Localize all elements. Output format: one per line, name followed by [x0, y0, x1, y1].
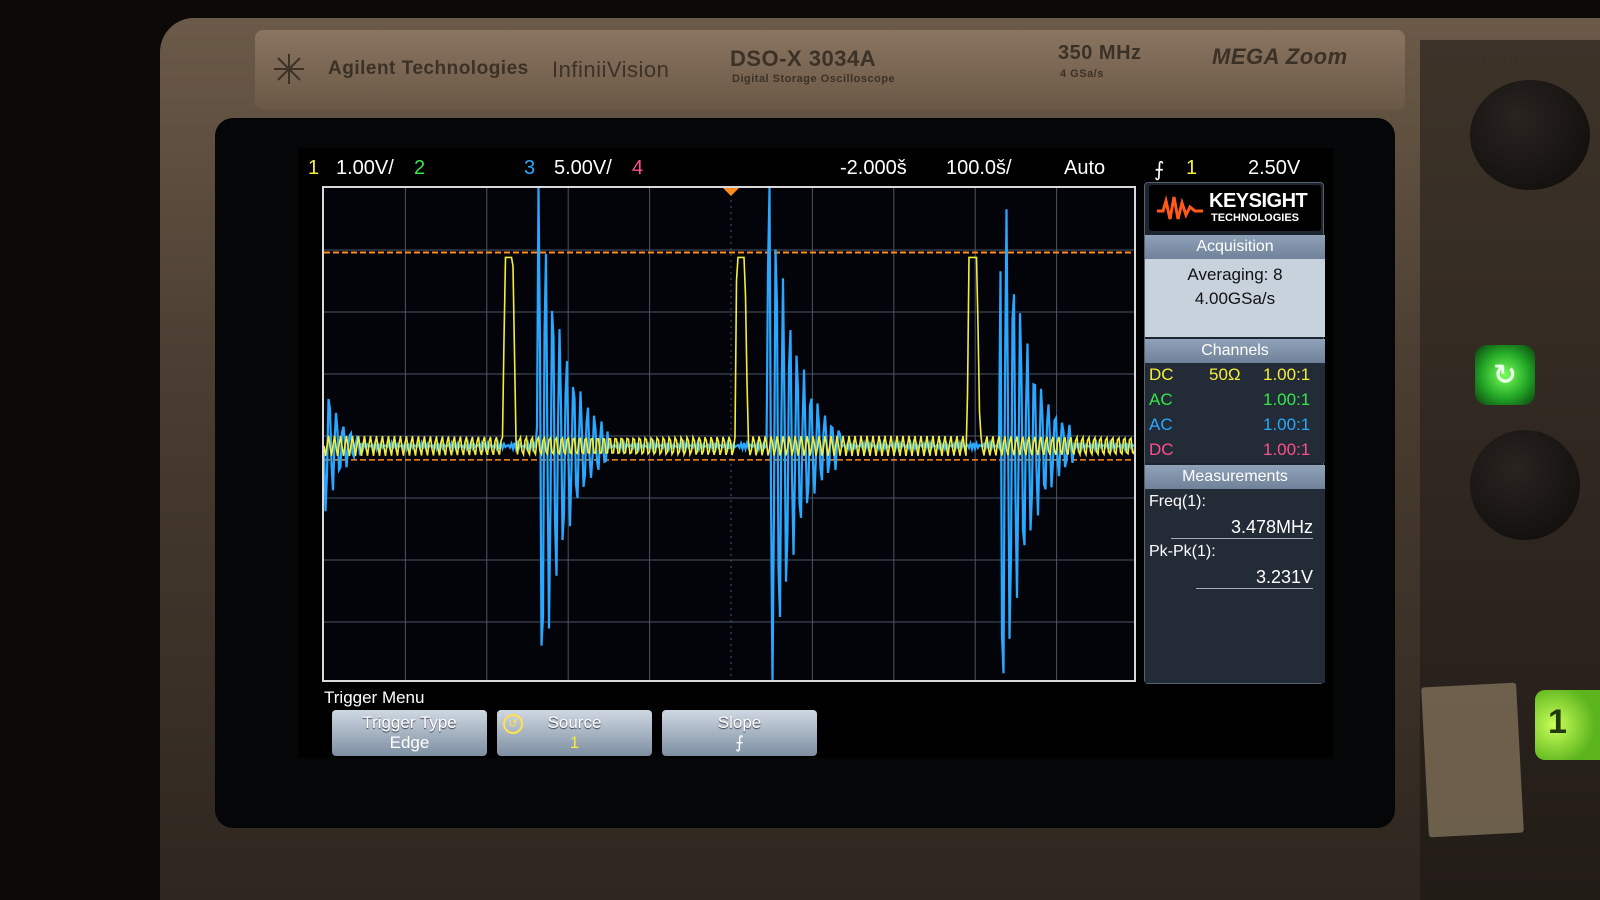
- ch1-probe: 1.00:1: [1263, 365, 1311, 384]
- ch1-impedance: 50Ω: [1209, 365, 1241, 384]
- trigger-position-marker: [723, 188, 739, 196]
- series-label: InfiniiVision: [552, 57, 670, 82]
- trigger-mode[interactable]: Auto: [1064, 157, 1105, 180]
- pkpk-label: Pk-Pk(1):: [1149, 543, 1216, 560]
- ch1-coupling: DC: [1149, 365, 1174, 384]
- keysight-logo: KEYSIGHT TECHNOLOGIES: [1149, 185, 1321, 231]
- softkey-trigger-type-label: Trigger Type: [362, 713, 457, 732]
- ch3-number[interactable]: 3: [524, 157, 535, 180]
- trigger-source[interactable]: 1: [1186, 157, 1197, 180]
- ch2-probe: 1.00:1: [1263, 390, 1311, 409]
- calibration-sticker: [1421, 682, 1524, 838]
- ch3-waveform: [324, 188, 1134, 680]
- status-bar: 1 1.00V/ 2 3 5.00V/ 4 -2.000š 100.0š/ Au…: [298, 154, 1333, 184]
- channels-body: DC 50Ω 1.00:1 AC 1.00:1 AC 1.00:1 DC 1.0…: [1145, 363, 1325, 463]
- info-side-panel: KEYSIGHT TECHNOLOGIES Acquisition Averag…: [1144, 182, 1325, 684]
- menu-title: Trigger Menu: [324, 688, 425, 707]
- acquisition-rate: 4.00GSa/s: [1194, 289, 1276, 308]
- pkpk-value: 3.231V: [1195, 567, 1313, 589]
- refresh-icon: ↻: [1493, 358, 1517, 391]
- horizontal-label: Horizontal: [1482, 52, 1560, 69]
- ch4-probe: 1.00:1: [1263, 440, 1311, 459]
- channel-row-3[interactable]: AC 1.00:1: [1145, 413, 1325, 438]
- channel-row-1[interactable]: DC 50Ω 1.00:1: [1145, 363, 1325, 388]
- freq-label: Freq(1):: [1149, 493, 1206, 510]
- channel-row-2[interactable]: AC 1.00:1: [1145, 388, 1325, 413]
- softkey-trigger-type-value: Edge: [389, 733, 430, 752]
- trigger-level-knob[interactable]: [1470, 430, 1580, 540]
- ch1-scale[interactable]: 1.00V/: [336, 157, 394, 180]
- channels-header[interactable]: Channels: [1145, 339, 1325, 363]
- channel-row-4[interactable]: DC 1.00:1: [1145, 438, 1325, 463]
- softkey-slope[interactable]: Slope ⨍: [662, 710, 817, 756]
- logo-sub: TECHNOLOGIES: [1211, 212, 1300, 224]
- maker-label: Agilent Technologies: [328, 58, 529, 79]
- measurements-body: Freq(1): 3.478MHz Pk-Pk(1): 3.231V: [1145, 489, 1325, 683]
- acquisition-body: Averaging: 8 4.00GSa/s: [1145, 259, 1325, 337]
- ch3-coupling: AC: [1149, 415, 1173, 434]
- samplerate-label: 4 GSa/s: [1060, 68, 1104, 80]
- model-label: DSO-X 3034A: [730, 46, 877, 71]
- channel-1-button[interactable]: [1535, 690, 1600, 760]
- trigger-level[interactable]: 2.50V: [1248, 157, 1300, 180]
- keysight-wave-icon: [1157, 195, 1203, 220]
- megazoom-label: MEGA Zoom: [1212, 44, 1348, 69]
- acquisition-header[interactable]: Acquisition: [1145, 235, 1325, 259]
- waveform-canvas: [324, 188, 1134, 680]
- softkey-source[interactable]: ↺ Source 1: [497, 710, 652, 756]
- softkey-source-value: 1: [569, 733, 580, 752]
- bandwidth-label: 350 MHz: [1058, 42, 1142, 64]
- ch2-number[interactable]: 2: [414, 157, 425, 180]
- logo-name: KEYSIGHT: [1209, 190, 1308, 212]
- ch2-coupling: AC: [1149, 390, 1173, 409]
- waveform-graticule[interactable]: [322, 186, 1136, 682]
- ch4-number[interactable]: 4: [632, 157, 643, 180]
- channel-1-button-label: 1: [1548, 703, 1567, 741]
- freq-value: 3.478MHz: [1170, 517, 1313, 539]
- ch3-scale[interactable]: 5.00V/: [554, 157, 612, 180]
- model-sub-label: Digital Storage Oscilloscope: [732, 73, 896, 85]
- trigger-slope-icon: ⨍: [1154, 159, 1165, 181]
- acquisition-averaging: Averaging: 8: [1187, 265, 1283, 284]
- ch4-coupling: DC: [1149, 440, 1174, 459]
- scope-display: 1 1.00V/ 2 3 5.00V/ 4 -2.000š 100.0š/ Au…: [298, 148, 1333, 758]
- horizontal-knob[interactable]: [1470, 80, 1590, 190]
- timebase-scale[interactable]: 100.0š/: [946, 157, 1012, 180]
- rotate-knob-icon: ↺: [503, 714, 523, 734]
- ch1-number[interactable]: 1: [308, 157, 319, 180]
- softkey-trigger-type[interactable]: Trigger Type Edge: [332, 710, 487, 756]
- agilent-spark-icon: [274, 54, 304, 84]
- horizontal-delay[interactable]: -2.000š: [840, 157, 907, 180]
- ch3-probe: 1.00:1: [1263, 415, 1311, 434]
- softkey-slope-value: ⨍: [735, 733, 744, 752]
- measurements-header[interactable]: Measurements: [1145, 465, 1325, 489]
- softkey-slope-label: Slope: [717, 713, 762, 732]
